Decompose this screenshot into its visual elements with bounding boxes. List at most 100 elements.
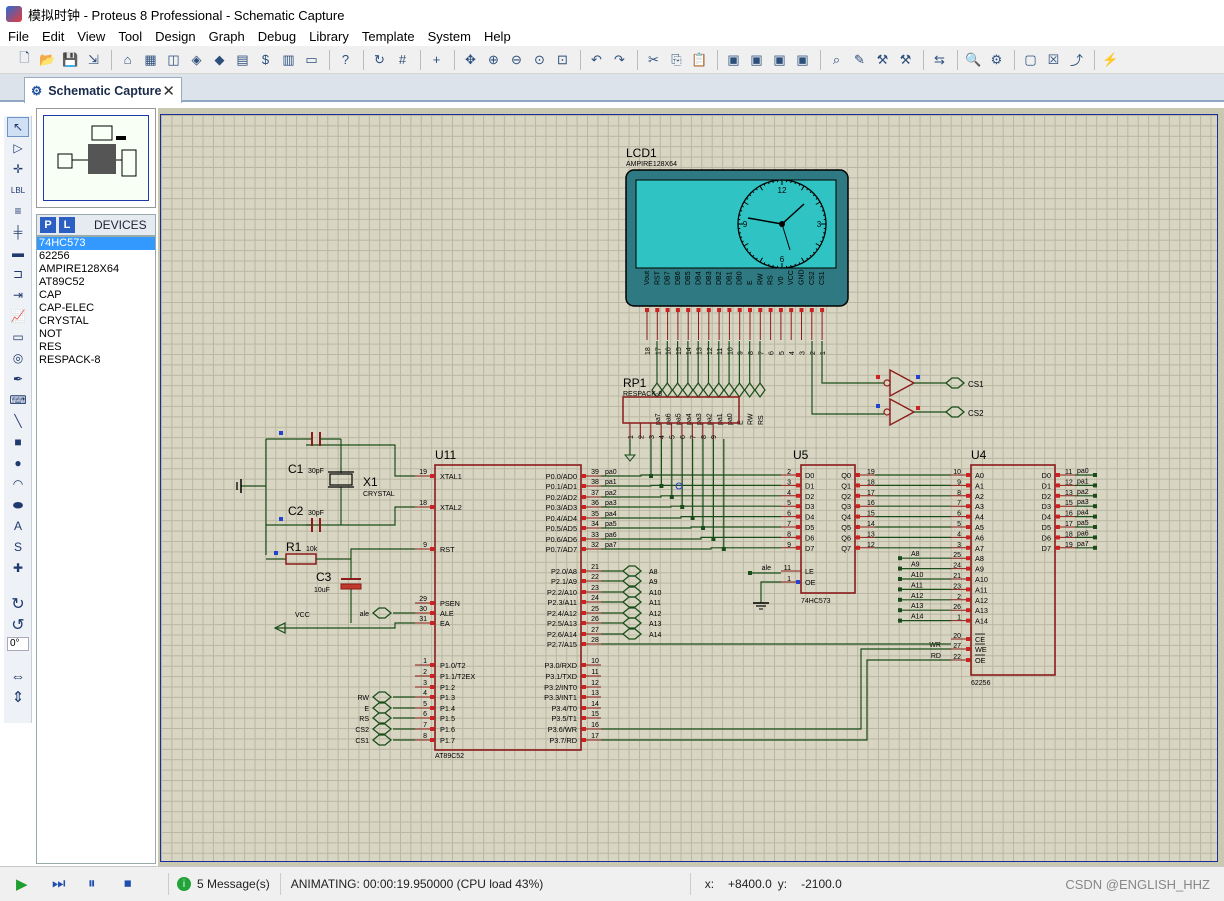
schematic-icon[interactable]: ▦ [140, 49, 161, 70]
menu-design[interactable]: Design [155, 29, 195, 44]
graph-icon[interactable]: 📈 [7, 306, 29, 326]
schematic-sheet[interactable]: LCD1 AMPIRE128X64 12 3 6 9 Vout 18 RST 17 DB7 16 DB6… [160, 114, 1218, 862]
device-pins-icon[interactable]: ⇥ [7, 285, 29, 305]
menu-template[interactable]: Template [362, 29, 415, 44]
device-item[interactable]: AMPIRE128X64 [37, 263, 155, 276]
menu-system[interactable]: System [428, 29, 471, 44]
stop-button[interactable]: ⏹ [124, 875, 142, 893]
text-icon[interactable]: A [7, 516, 29, 536]
menu-graph[interactable]: Graph [209, 29, 245, 44]
grid-icon[interactable]: # [392, 49, 413, 70]
make-device-icon[interactable]: ✎ [849, 49, 870, 70]
device-item[interactable]: RES [37, 341, 155, 354]
tab-schematic-capture[interactable]: ⚙ Schematic Capture ✕ [24, 77, 182, 103]
save-icon[interactable]: 💾 [60, 49, 81, 70]
mirror-horizontal-icon[interactable]: ⇔ [7, 666, 29, 686]
device-item[interactable]: NOT [37, 328, 155, 341]
paste-icon[interactable]: 📋 [689, 49, 710, 70]
property-tool-icon[interactable]: ⚙ [986, 49, 1007, 70]
tape-recorder-icon[interactable]: ▭ [7, 327, 29, 347]
menu-edit[interactable]: Edit [42, 29, 64, 44]
marker-icon[interactable]: ✚ [7, 558, 29, 578]
menu-tool[interactable]: Tool [118, 29, 142, 44]
block-rotate-icon[interactable]: ▣ [769, 49, 790, 70]
rotate-clockwise-icon[interactable]: ↻ [7, 594, 29, 614]
generator-icon[interactable]: ◎ [7, 348, 29, 368]
probe-icon[interactable]: ✒ [7, 369, 29, 389]
device-item[interactable]: CRYSTAL [37, 315, 155, 328]
block-move-icon[interactable]: ▣ [746, 49, 767, 70]
mirror-vertical-icon[interactable]: ⇕ [7, 687, 29, 707]
device-item[interactable]: CAP-ELEC [37, 302, 155, 315]
pick-parts-icon[interactable]: ⌕ [826, 49, 847, 70]
decompose-icon[interactable]: ⚒ [895, 49, 916, 70]
step-button[interactable]: ⏭ [52, 875, 70, 893]
path-icon[interactable]: ⬬ [7, 495, 29, 515]
origin-icon[interactable]: + [426, 49, 447, 70]
rotate-anticlockwise-icon[interactable]: ↺ [7, 615, 29, 635]
cut-icon[interactable]: ✂ [643, 49, 664, 70]
3d-icon[interactable]: ◆ [209, 49, 230, 70]
wire-autorouter-icon[interactable]: ⇆ [929, 49, 950, 70]
device-item[interactable]: 74HC573 [37, 237, 155, 250]
pause-button[interactable]: ⏸ [88, 875, 106, 893]
close-tab-icon[interactable]: ✕ [162, 82, 175, 100]
help-icon[interactable]: ? [335, 49, 356, 70]
menu-library[interactable]: Library [309, 29, 349, 44]
search-icon[interactable]: 🔍 [963, 49, 984, 70]
notes-icon[interactable]: ▭ [301, 49, 322, 70]
import-icon[interactable]: ⇲ [83, 49, 104, 70]
rotation-angle-field[interactable]: 0° [7, 637, 29, 651]
terminals-icon[interactable]: ⊐ [7, 264, 29, 284]
overview-window[interactable] [36, 108, 156, 208]
report-icon[interactable]: ▥ [278, 49, 299, 70]
netlist-icon[interactable]: ⚡ [1100, 49, 1121, 70]
block-copy-icon[interactable]: ▣ [723, 49, 744, 70]
line-icon[interactable]: ╲ [7, 411, 29, 431]
play-button[interactable]: ▶ [16, 875, 34, 893]
zoom-out-icon[interactable]: ⊖ [506, 49, 527, 70]
source-icon[interactable]: $ [255, 49, 276, 70]
subcircuit-icon[interactable]: ▬ [7, 243, 29, 263]
library-manager-button[interactable]: L [59, 217, 75, 233]
packaging-icon[interactable]: ⚒ [872, 49, 893, 70]
bom-icon[interactable]: ▤ [232, 49, 253, 70]
new-sheet-icon[interactable]: ▢ [1020, 49, 1041, 70]
undo-icon[interactable]: ↶ [586, 49, 607, 70]
menu-help[interactable]: Help [484, 29, 511, 44]
component-mode-icon[interactable]: ▷ [7, 138, 29, 158]
pick-devices-button[interactable]: P [40, 217, 56, 233]
device-item[interactable]: 62256 [37, 250, 155, 263]
remove-sheet-icon[interactable]: ☒ [1043, 49, 1064, 70]
buses-icon[interactable]: ╪ [7, 222, 29, 242]
open-icon[interactable]: 📂 [37, 49, 58, 70]
circle-icon[interactable]: ● [7, 453, 29, 473]
redo-icon[interactable]: ↷ [609, 49, 630, 70]
box-icon[interactable]: ■ [7, 432, 29, 452]
arc-icon[interactable]: ◠ [7, 474, 29, 494]
menu-file[interactable]: File [8, 29, 29, 44]
exit-to-parent-icon[interactable]: ⤴ [1066, 49, 1087, 70]
messages-indicator[interactable]: i 5 Message(s) [168, 873, 270, 895]
schematic-editing-window[interactable]: LCD1 AMPIRE128X64 12 3 6 9 Vout 18 RST 17 DB7 16 DB6… [158, 108, 1224, 866]
zoom-all-icon[interactable]: ⊙ [529, 49, 550, 70]
zoom-in-icon[interactable]: ⊕ [483, 49, 504, 70]
zoom-area-icon[interactable]: ⊡ [552, 49, 573, 70]
pan-icon[interactable]: ✥ [460, 49, 481, 70]
device-item[interactable]: AT89C52 [37, 276, 155, 289]
text-script-icon[interactable]: ≡ [7, 201, 29, 221]
wire-label-icon[interactable]: LBL [7, 180, 29, 200]
device-item[interactable]: RESPACK-8 [37, 354, 155, 367]
selection-mode-icon[interactable]: ↖ [7, 117, 29, 137]
gallery-icon[interactable]: ◈ [186, 49, 207, 70]
new-file-icon[interactable]: 🗋 [14, 49, 35, 70]
junction-dot-icon[interactable]: ✛ [7, 159, 29, 179]
menu-debug[interactable]: Debug [258, 29, 296, 44]
symbol-icon[interactable]: S [7, 537, 29, 557]
refresh-icon[interactable]: ↻ [369, 49, 390, 70]
instrument-icon[interactable]: ⌨ [7, 390, 29, 410]
menu-view[interactable]: View [77, 29, 105, 44]
schematic-drawing[interactable]: LCD1AMPIRE128X6412369Vout18RST17DB716DB6… [161, 115, 1219, 863]
device-item[interactable]: CAP [37, 289, 155, 302]
copy-icon[interactable]: ⎘ [666, 49, 687, 70]
